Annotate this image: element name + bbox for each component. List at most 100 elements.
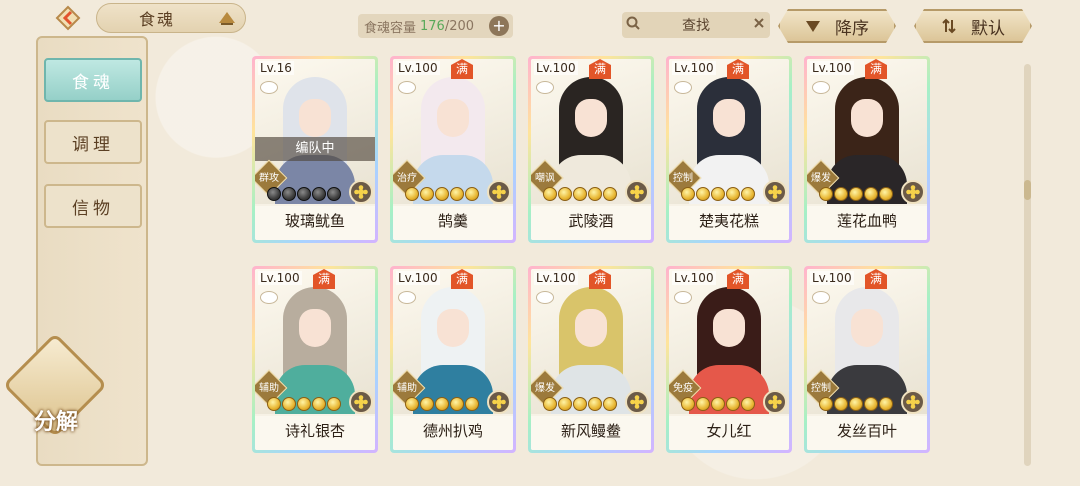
star-icon	[435, 187, 449, 201]
character-name: 新风鳗鲞	[531, 416, 651, 450]
sidebar-item-label: 食魂	[72, 72, 114, 93]
role-label: 辅助	[397, 383, 417, 394]
star-icon	[588, 397, 602, 411]
character-name: 莲花血鸭	[807, 206, 927, 240]
soul-card[interactable]: Lv.100 满爆发 莲花血鸭	[804, 56, 930, 243]
star-rating	[405, 397, 479, 411]
sidebar-item-label: 信物	[72, 198, 114, 219]
search-icon	[622, 16, 644, 34]
star-icon	[558, 397, 572, 411]
soul-card[interactable]: Lv.100 满治疗 鹄羹	[390, 56, 516, 243]
level-label: Lv.16	[258, 61, 294, 75]
soul-card[interactable]: Lv.100 满辅助 诗礼银杏	[252, 266, 378, 453]
add-capacity-button[interactable]: +	[489, 16, 509, 36]
character-name: 德州扒鸡	[393, 416, 513, 450]
portrait-face	[299, 309, 331, 347]
soul-card[interactable]: Lv.16 编队中 群攻 玻璃鱿鱼	[252, 56, 378, 243]
sidebar-item-xinwu[interactable]: 信物	[44, 184, 142, 228]
star-icon	[879, 397, 893, 411]
star-icon	[819, 397, 833, 411]
sort-mode-button[interactable]: 默认	[914, 9, 1032, 43]
clear-icon[interactable]	[748, 17, 770, 33]
character-name: 女儿红	[669, 416, 789, 450]
portrait-face	[851, 99, 883, 137]
level-label: Lv.100	[258, 271, 302, 285]
role-label: 爆发	[535, 383, 555, 394]
portrait-face	[299, 99, 331, 137]
star-icon	[879, 187, 893, 201]
flower-emblem-icon	[487, 390, 511, 414]
star-rating	[819, 397, 893, 411]
flower-emblem-icon	[901, 390, 925, 414]
level-label: Lv.100	[534, 271, 578, 285]
role-label: 控制	[811, 383, 831, 394]
sidebar-item-label: 调理	[72, 134, 114, 155]
flower-emblem-icon	[763, 180, 787, 204]
role-label: 免疫	[673, 383, 693, 394]
chat-bubble-icon	[398, 81, 416, 94]
scrollbar[interactable]	[1024, 64, 1031, 466]
sidebar-item-shihun[interactable]: 食魂	[44, 58, 142, 102]
role-label: 群攻	[259, 173, 279, 184]
soul-card[interactable]: Lv.100 满辅助 德州扒鸡	[390, 266, 516, 453]
star-icon	[327, 187, 341, 201]
chat-bubble-icon	[536, 81, 554, 94]
sort-order-label: 降序	[835, 18, 869, 39]
star-icon	[405, 397, 419, 411]
star-icon	[588, 187, 602, 201]
soul-card[interactable]: Lv.100 满爆发 新风鳗鲞	[528, 266, 654, 453]
level-label: Lv.100	[672, 271, 716, 285]
card-inner: Lv.100 满爆发 新风鳗鲞	[531, 269, 651, 450]
flower-emblem-icon	[349, 180, 373, 204]
card-inner: Lv.100 满免疫 女儿红	[669, 269, 789, 450]
star-icon	[696, 187, 710, 201]
star-icon	[543, 187, 557, 201]
star-icon	[573, 397, 587, 411]
chat-bubble-icon	[812, 291, 830, 304]
soul-card[interactable]: Lv.100 满控制 楚夷花糕	[666, 56, 792, 243]
role-label: 控制	[673, 173, 693, 184]
character-name: 鹄羹	[393, 206, 513, 240]
role-label: 治疗	[397, 173, 417, 184]
card-inner: Lv.100 满嘲讽 武陵酒	[531, 59, 651, 240]
level-label: Lv.100	[810, 61, 854, 75]
star-icon	[726, 397, 740, 411]
soul-card[interactable]: Lv.100 满嘲讽 武陵酒	[528, 56, 654, 243]
star-icon	[312, 187, 326, 201]
star-icon	[741, 397, 755, 411]
back-button[interactable]	[40, 2, 96, 34]
star-rating	[819, 187, 893, 201]
card-inner: Lv.16 编队中 群攻 玻璃鱿鱼	[255, 59, 375, 240]
flower-emblem-icon	[625, 180, 649, 204]
star-rating	[543, 397, 617, 411]
capacity-max: 200	[449, 18, 475, 34]
level-label: Lv.100	[396, 271, 440, 285]
card-inner: Lv.100 满辅助 诗礼银杏	[255, 269, 375, 450]
role-label: 爆发	[811, 173, 831, 184]
soul-card[interactable]: Lv.100 满控制 发丝百叶	[804, 266, 930, 453]
chat-bubble-icon	[674, 291, 692, 304]
flower-emblem-icon	[625, 390, 649, 414]
star-icon	[327, 397, 341, 411]
soul-card[interactable]: Lv.100 满免疫 女儿红	[666, 266, 792, 453]
chat-bubble-icon	[260, 291, 278, 304]
flower-emblem-icon	[349, 390, 373, 414]
star-icon	[450, 397, 464, 411]
star-icon	[267, 397, 281, 411]
scroll-thumb[interactable]	[1024, 180, 1031, 200]
star-icon	[420, 187, 434, 201]
portrait-face	[851, 309, 883, 347]
star-icon	[435, 397, 449, 411]
sort-order-button[interactable]: 降序	[778, 9, 896, 43]
star-icon	[681, 187, 695, 201]
star-icon	[297, 397, 311, 411]
sidebar-item-tiaoli[interactable]: 调理	[44, 120, 142, 164]
level-label: Lv.100	[396, 61, 440, 75]
swap-icon	[941, 18, 957, 34]
character-name: 诗礼银杏	[255, 416, 375, 450]
star-rating	[543, 187, 617, 201]
star-icon	[834, 397, 848, 411]
star-icon	[741, 187, 755, 201]
star-icon	[603, 397, 617, 411]
search-field[interactable]: 查找	[622, 12, 770, 38]
